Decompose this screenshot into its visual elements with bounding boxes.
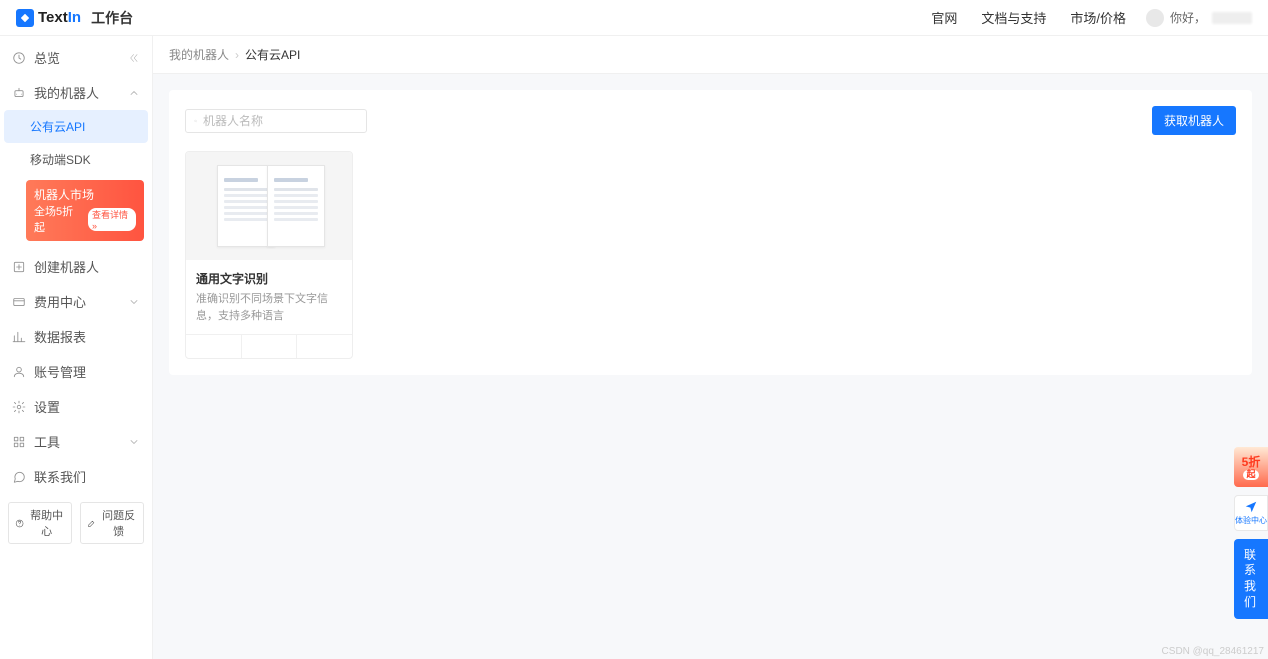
grid-icon <box>12 435 26 449</box>
acquire-robot-button[interactable]: 获取机器人 <box>1152 106 1236 135</box>
card-action-2[interactable] <box>242 335 298 358</box>
discount-text: 5折 <box>1242 456 1261 469</box>
sidebar-label: 数据报表 <box>34 327 86 346</box>
card-description: 准确识别不同场景下文字信息，支持多种语言 <box>196 291 342 324</box>
card-action-1[interactable] <box>186 335 242 358</box>
sidebar-item-account[interactable]: 账号管理 <box>0 354 152 389</box>
nav-icon <box>1244 500 1258 514</box>
help-center-button[interactable]: 帮助中心 <box>8 502 72 544</box>
greeting-text: 你好， <box>1170 9 1206 26</box>
card-footer <box>186 334 352 358</box>
sidebar-label: 账号管理 <box>34 362 86 381</box>
experience-center-button[interactable]: 体验中心 <box>1234 495 1268 531</box>
contact-us-button[interactable]: 联系我们 <box>1234 539 1268 619</box>
nav-docs[interactable]: 文档与支持 <box>981 8 1046 27</box>
sidebar-item-public-api[interactable]: 公有云API <box>4 110 148 143</box>
create-icon <box>12 260 26 274</box>
contact-label: 联系我们 <box>1244 548 1258 610</box>
sidebar-label: 总览 <box>34 48 60 67</box>
promo-pill: 查看详情 » <box>88 208 136 231</box>
sidebar-label: 移动端SDK <box>30 151 91 168</box>
avatar <box>1146 9 1164 27</box>
sidebar-item-tools[interactable]: 工具 <box>0 424 152 459</box>
watermark: CSDN @qq_28461217 <box>1162 646 1264 657</box>
nav-market[interactable]: 市场/价格 <box>1070 8 1126 27</box>
experience-label: 体验中心 <box>1235 515 1267 526</box>
user-area[interactable]: 你好， <box>1146 9 1252 27</box>
chat-icon <box>12 470 26 484</box>
sidebar-label: 工具 <box>34 432 60 451</box>
gear-icon <box>12 400 26 414</box>
breadcrumb-separator: › <box>235 48 239 62</box>
promo-title: 机器人市场 <box>34 186 136 203</box>
sidebar-label: 公有云API <box>30 118 85 135</box>
promo-card[interactable]: 机器人市场 全场5折起 查看详情 » <box>26 180 144 241</box>
breadcrumb-current: 公有云API <box>245 46 300 63</box>
sidebar-label: 联系我们 <box>34 467 86 486</box>
sidebar-label: 费用中心 <box>34 292 86 311</box>
sidebar-item-create-robot[interactable]: 创建机器人 <box>0 249 152 284</box>
sidebar-item-mobile-sdk[interactable]: 移动端SDK <box>0 143 152 176</box>
sidebar-label: 创建机器人 <box>34 257 99 276</box>
discount-sub: 起 <box>1243 470 1258 480</box>
sidebar-item-my-robots[interactable]: 我的机器人 <box>0 75 152 110</box>
billing-icon <box>12 295 26 309</box>
help-icon <box>15 518 24 529</box>
sidebar-item-overview[interactable]: 总览 <box>0 40 152 75</box>
brand-logo[interactable]: TextIn <box>16 9 81 27</box>
breadcrumb: 我的机器人 › 公有云API <box>153 36 1268 74</box>
user-name <box>1212 12 1252 24</box>
card-action-3[interactable] <box>297 335 352 358</box>
sidebar-item-reports[interactable]: 数据报表 <box>0 319 152 354</box>
robot-card[interactable]: 通用文字识别 准确识别不同场景下文字信息，支持多种语言 <box>185 151 353 359</box>
chevron-down-icon <box>128 296 140 308</box>
workspace-title: 工作台 <box>91 8 133 28</box>
collapse-icon[interactable] <box>126 51 140 65</box>
sidebar-label: 设置 <box>34 397 60 416</box>
feedback-button[interactable]: 问题反馈 <box>80 502 144 544</box>
sidebar-item-settings[interactable]: 设置 <box>0 389 152 424</box>
card-title: 通用文字识别 <box>196 270 342 287</box>
sidebar-item-billing[interactable]: 费用中心 <box>0 284 152 319</box>
chevron-up-icon <box>128 87 140 99</box>
card-thumbnail <box>186 152 352 260</box>
chevron-down-icon <box>128 436 140 448</box>
nav-official[interactable]: 官网 <box>931 8 957 27</box>
edit-icon <box>87 518 96 529</box>
discount-badge[interactable]: 5折 起 <box>1234 447 1268 487</box>
search-icon <box>194 115 197 127</box>
breadcrumb-root[interactable]: 我的机器人 <box>169 46 229 63</box>
logo-text: TextIn <box>38 9 81 26</box>
sidebar-label: 我的机器人 <box>34 83 99 102</box>
chart-icon <box>12 330 26 344</box>
sidebar-item-contact[interactable]: 联系我们 <box>0 459 152 494</box>
logo-icon <box>16 9 34 27</box>
search-input-wrapper[interactable] <box>185 109 367 133</box>
overview-icon <box>12 51 26 65</box>
user-icon <box>12 365 26 379</box>
search-input[interactable] <box>203 114 358 128</box>
promo-sub: 全场5折起 <box>34 203 80 235</box>
robot-icon <box>12 86 26 100</box>
